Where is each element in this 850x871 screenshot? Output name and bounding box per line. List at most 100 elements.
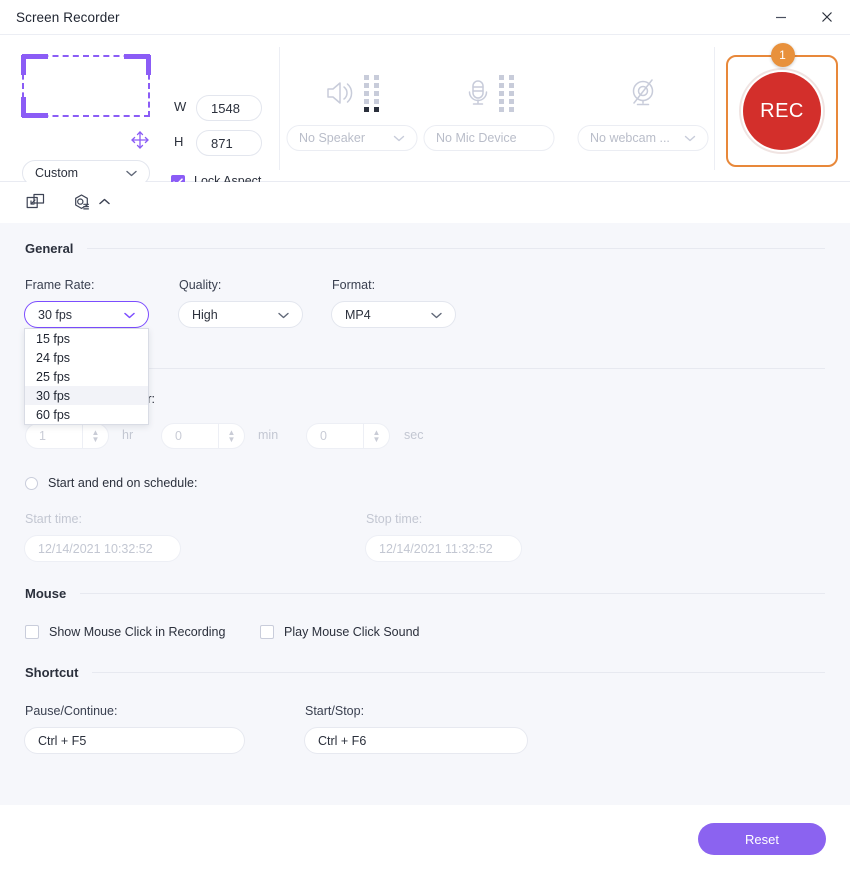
- minutes-unit: min: [258, 428, 279, 442]
- stepper-down-icon: ▼: [227, 435, 236, 444]
- tool-row: [0, 182, 850, 223]
- play-mouse-sound-row[interactable]: Play Mouse Click Sound: [260, 624, 419, 639]
- frame-rate-option-selected[interactable]: 30 fps: [25, 386, 148, 405]
- show-mouse-click-label: Show Mouse Click in Recording: [49, 624, 226, 639]
- minimize-button[interactable]: [758, 0, 804, 34]
- rec-ring: REC: [739, 68, 825, 154]
- speaker-select-value: No Speaker: [299, 131, 366, 145]
- chevron-down-icon: [278, 308, 289, 322]
- section-divider: [80, 593, 825, 594]
- pause-continue-input[interactable]: Ctrl + F5: [24, 727, 245, 754]
- show-mouse-click-checkbox[interactable]: [25, 625, 39, 639]
- start-stop-label: Start/Stop:: [305, 704, 365, 718]
- format-value: MP4: [345, 307, 371, 322]
- format-select[interactable]: MP4: [331, 301, 456, 328]
- capture-region-block: W 1548 H 871 Custom Lock Aspect Ratio: [0, 35, 279, 203]
- seconds-unit: sec: [404, 428, 424, 442]
- pause-continue-label: Pause/Continue:: [25, 704, 118, 718]
- rec-label: REC: [743, 72, 821, 150]
- stop-time-input[interactable]: 12/14/2021 11:32:52: [365, 535, 522, 562]
- height-label: H: [174, 134, 184, 149]
- speaker-icon[interactable]: [324, 78, 358, 108]
- quality-value: High: [192, 307, 218, 322]
- section-divider: [92, 672, 825, 673]
- section-shortcut-title: Shortcut: [25, 665, 79, 680]
- close-button[interactable]: [804, 0, 850, 34]
- start-end-schedule-radio[interactable]: [25, 476, 38, 490]
- chevron-down-icon: [393, 131, 404, 145]
- mic-level-indicator: [499, 74, 514, 112]
- chevron-down-icon: [431, 308, 442, 322]
- frame-rate-option[interactable]: 25 fps: [25, 367, 148, 386]
- section-general-title: General: [25, 241, 74, 256]
- chevron-down-icon: [684, 131, 695, 145]
- window-title: Screen Recorder: [16, 9, 120, 25]
- section-shortcut: Shortcut: [0, 665, 850, 680]
- minutes-stepper[interactable]: ▲ ▼: [218, 424, 244, 448]
- step-badge: 1: [770, 43, 795, 67]
- rec-button[interactable]: REC: [726, 55, 838, 167]
- mic-select-value: No Mic Device: [436, 131, 517, 145]
- webcam-device: No webcam ...: [570, 35, 715, 182]
- settings-panel: General Frame Rate: 30 fps Quality: High…: [0, 223, 850, 805]
- duration-minutes-input[interactable]: 0 ▲ ▼: [161, 423, 245, 449]
- stepper-down-icon: ▼: [372, 435, 381, 444]
- section-mouse-title: Mouse: [25, 586, 67, 601]
- width-input[interactable]: 1548: [196, 95, 262, 121]
- duration-seconds-value: 0: [320, 429, 327, 443]
- frame-rate-dropdown[interactable]: 15 fps 24 fps 25 fps 30 fps 60 fps: [24, 328, 149, 425]
- start-stop-input[interactable]: Ctrl + F6: [304, 727, 528, 754]
- format-label: Format:: [332, 278, 376, 292]
- capture-preset-value: Custom: [35, 166, 79, 180]
- duration-hours-input[interactable]: 1 ▲ ▼: [25, 423, 109, 449]
- stepper-down-icon: ▼: [91, 435, 100, 444]
- mic-select[interactable]: No Mic Device: [423, 125, 554, 151]
- duration-minutes-value: 0: [175, 429, 182, 443]
- section-mouse: Mouse: [0, 586, 850, 601]
- screen-capture-icon: [26, 193, 45, 209]
- webcam-select-value: No webcam ...: [590, 131, 670, 145]
- height-input[interactable]: 871: [196, 130, 262, 156]
- footer-bar: Reset: [0, 805, 850, 871]
- seconds-stepper[interactable]: ▲ ▼: [363, 424, 389, 448]
- duration-seconds-input[interactable]: 0 ▲ ▼: [306, 423, 390, 449]
- close-icon: [822, 12, 832, 22]
- microphone-icon[interactable]: [463, 78, 493, 108]
- speaker-level-indicator: [364, 74, 379, 112]
- rec-block: REC 1: [715, 35, 850, 182]
- frame-rate-value: 30 fps: [38, 307, 73, 322]
- speaker-select[interactable]: No Speaker: [286, 125, 417, 151]
- hours-stepper[interactable]: ▲ ▼: [82, 424, 108, 448]
- section-divider: [87, 248, 825, 249]
- settings-tool[interactable]: [72, 193, 92, 213]
- screen-capture-tool[interactable]: [26, 193, 45, 212]
- hours-unit: hr: [122, 428, 134, 442]
- start-end-schedule-radio-row[interactable]: Start and end on schedule:: [25, 476, 197, 490]
- frame-rate-option[interactable]: 24 fps: [25, 348, 148, 367]
- chevron-up-icon[interactable]: [99, 197, 110, 208]
- speaker-device: No Speaker: [279, 35, 424, 182]
- quality-select[interactable]: High: [178, 301, 303, 328]
- capture-region-icon[interactable]: [21, 54, 151, 118]
- show-mouse-click-row[interactable]: Show Mouse Click in Recording: [25, 624, 225, 639]
- top-bar: W 1548 H 871 Custom Lock Aspect Ratio: [0, 35, 850, 203]
- mic-device: No Mic Device: [416, 35, 561, 182]
- play-mouse-sound-label: Play Mouse Click Sound: [284, 624, 420, 639]
- section-general: General: [0, 241, 850, 256]
- start-time-input[interactable]: 12/14/2021 10:32:52: [24, 535, 181, 562]
- frame-rate-select[interactable]: 30 fps: [24, 301, 149, 328]
- window-controls: [758, 0, 850, 34]
- webcam-select[interactable]: No webcam ...: [577, 125, 708, 151]
- frame-rate-option[interactable]: 60 fps: [25, 405, 148, 424]
- width-label: W: [174, 99, 187, 114]
- chevron-down-icon: [124, 308, 135, 322]
- frame-rate-option[interactable]: 15 fps: [25, 329, 148, 348]
- start-time-label: Start time:: [25, 512, 82, 526]
- frame-rate-label: Frame Rate:: [25, 278, 95, 292]
- minimize-icon: [776, 16, 786, 19]
- webcam-disabled-icon[interactable]: [627, 78, 659, 108]
- reset-button[interactable]: Reset: [698, 823, 826, 855]
- start-end-schedule-label: Start and end on schedule:: [48, 476, 198, 490]
- move-handle-icon[interactable]: [129, 129, 151, 151]
- play-mouse-sound-checkbox[interactable]: [260, 625, 274, 639]
